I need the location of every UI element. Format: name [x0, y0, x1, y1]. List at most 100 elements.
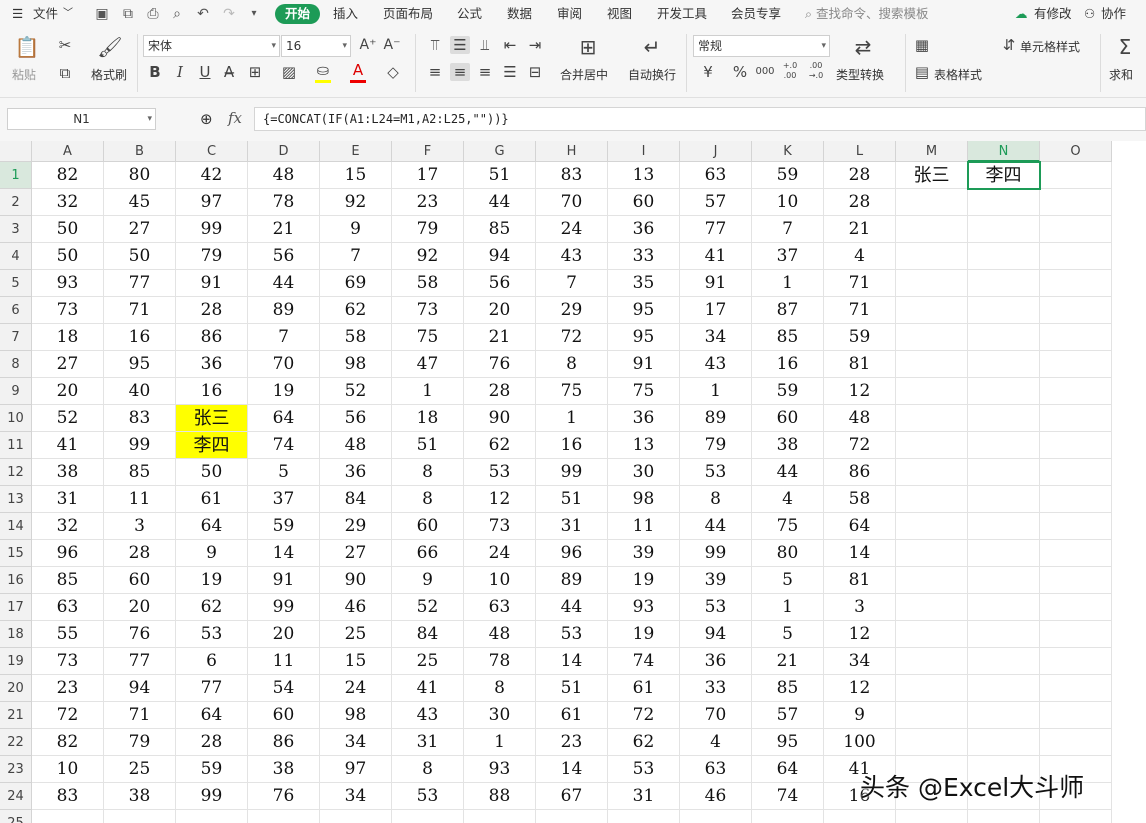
- cell-h3[interactable]: 24: [536, 216, 608, 243]
- cell-c8[interactable]: 36: [176, 351, 248, 378]
- row-header-10[interactable]: 10: [0, 405, 32, 432]
- cell-k16[interactable]: 5: [752, 567, 824, 594]
- cell-j21[interactable]: 70: [680, 702, 752, 729]
- cell-l16[interactable]: 81: [824, 567, 896, 594]
- cell-g11[interactable]: 62: [464, 432, 536, 459]
- cell-a16[interactable]: 85: [32, 567, 104, 594]
- cell-e8[interactable]: 98: [320, 351, 392, 378]
- cell-d5[interactable]: 44: [248, 270, 320, 297]
- cell-l17[interactable]: 3: [824, 594, 896, 621]
- cell-a15[interactable]: 96: [32, 540, 104, 567]
- cell-i25[interactable]: [608, 810, 680, 823]
- column-header-j[interactable]: J: [680, 141, 752, 162]
- decrease-font-icon[interactable]: A⁻: [382, 36, 402, 54]
- cell-i16[interactable]: 19: [608, 567, 680, 594]
- cell-j25[interactable]: [680, 810, 752, 823]
- cell-f23[interactable]: 8: [392, 756, 464, 783]
- cell-d25[interactable]: [248, 810, 320, 823]
- cell-m6[interactable]: [896, 297, 968, 324]
- cell-n20[interactable]: [968, 675, 1040, 702]
- cell-b20[interactable]: 94: [104, 675, 176, 702]
- cell-k12[interactable]: 44: [752, 459, 824, 486]
- row-header-5[interactable]: 5: [0, 270, 32, 297]
- cell-n8[interactable]: [968, 351, 1040, 378]
- currency-button[interactable]: ¥: [698, 63, 718, 81]
- row-header-22[interactable]: 22: [0, 729, 32, 756]
- cell-k21[interactable]: 57: [752, 702, 824, 729]
- command-search[interactable]: ⌕ 查找命令、搜索模板: [805, 0, 929, 28]
- column-header-h[interactable]: H: [536, 141, 608, 162]
- tab-developer[interactable]: 开发工具: [657, 0, 707, 28]
- cell-d13[interactable]: 37: [248, 486, 320, 513]
- cell-b7[interactable]: 16: [104, 324, 176, 351]
- cell-e12[interactable]: 36: [320, 459, 392, 486]
- column-header-c[interactable]: C: [176, 141, 248, 162]
- cell-c22[interactable]: 28: [176, 729, 248, 756]
- cell-h21[interactable]: 61: [536, 702, 608, 729]
- cell-style-icon[interactable]: ⇵: [999, 36, 1019, 54]
- cell-d21[interactable]: 60: [248, 702, 320, 729]
- cell-a21[interactable]: 72: [32, 702, 104, 729]
- cell-m10[interactable]: [896, 405, 968, 432]
- cell-d1[interactable]: 48: [248, 162, 320, 189]
- cell-l12[interactable]: 86: [824, 459, 896, 486]
- cell-b23[interactable]: 25: [104, 756, 176, 783]
- tab-insert[interactable]: 插入: [333, 0, 358, 28]
- cell-d24[interactable]: 76: [248, 783, 320, 810]
- cell-i22[interactable]: 62: [608, 729, 680, 756]
- cell-k4[interactable]: 37: [752, 243, 824, 270]
- cell-a2[interactable]: 32: [32, 189, 104, 216]
- row-header-8[interactable]: 8: [0, 351, 32, 378]
- cell-f4[interactable]: 92: [392, 243, 464, 270]
- quick-access-more-icon[interactable]: ▾: [245, 5, 263, 23]
- distributed-icon[interactable]: ⊟: [525, 63, 545, 81]
- table-style-label[interactable]: 表格样式: [934, 66, 982, 83]
- cell-o1[interactable]: [1040, 162, 1112, 189]
- increase-decimal-button[interactable]: +.0 .00: [780, 61, 800, 81]
- cell-b11[interactable]: 99: [104, 432, 176, 459]
- cell-f24[interactable]: 53: [392, 783, 464, 810]
- cell-d6[interactable]: 89: [248, 297, 320, 324]
- cell-j23[interactable]: 63: [680, 756, 752, 783]
- cell-e1[interactable]: 15: [320, 162, 392, 189]
- cell-i20[interactable]: 61: [608, 675, 680, 702]
- cell-j8[interactable]: 43: [680, 351, 752, 378]
- cell-m8[interactable]: [896, 351, 968, 378]
- cell-d17[interactable]: 99: [248, 594, 320, 621]
- align-top-icon[interactable]: ⫪: [425, 36, 445, 54]
- cell-b13[interactable]: 11: [104, 486, 176, 513]
- cell-j11[interactable]: 79: [680, 432, 752, 459]
- cell-m14[interactable]: [896, 513, 968, 540]
- cell-g24[interactable]: 88: [464, 783, 536, 810]
- cell-e2[interactable]: 92: [320, 189, 392, 216]
- cell-l14[interactable]: 64: [824, 513, 896, 540]
- cell-f21[interactable]: 43: [392, 702, 464, 729]
- cell-l4[interactable]: 4: [824, 243, 896, 270]
- cell-l20[interactable]: 12: [824, 675, 896, 702]
- cell-b10[interactable]: 83: [104, 405, 176, 432]
- cell-b24[interactable]: 38: [104, 783, 176, 810]
- cell-a17[interactable]: 63: [32, 594, 104, 621]
- cell-j20[interactable]: 33: [680, 675, 752, 702]
- cell-h1[interactable]: 83: [536, 162, 608, 189]
- tab-member[interactable]: 会员专享: [731, 0, 781, 28]
- cell-k22[interactable]: 95: [752, 729, 824, 756]
- cell-j3[interactable]: 77: [680, 216, 752, 243]
- cell-m18[interactable]: [896, 621, 968, 648]
- cell-k9[interactable]: 59: [752, 378, 824, 405]
- cell-e18[interactable]: 25: [320, 621, 392, 648]
- cell-c19[interactable]: 6: [176, 648, 248, 675]
- cell-k3[interactable]: 7: [752, 216, 824, 243]
- cell-i21[interactable]: 72: [608, 702, 680, 729]
- cell-l9[interactable]: 12: [824, 378, 896, 405]
- cell-g7[interactable]: 21: [464, 324, 536, 351]
- cell-l19[interactable]: 34: [824, 648, 896, 675]
- cell-a14[interactable]: 32: [32, 513, 104, 540]
- cell-h5[interactable]: 7: [536, 270, 608, 297]
- cell-f8[interactable]: 47: [392, 351, 464, 378]
- cell-k19[interactable]: 21: [752, 648, 824, 675]
- cell-g1[interactable]: 51: [464, 162, 536, 189]
- cell-d15[interactable]: 14: [248, 540, 320, 567]
- cell-e9[interactable]: 52: [320, 378, 392, 405]
- cell-g19[interactable]: 78: [464, 648, 536, 675]
